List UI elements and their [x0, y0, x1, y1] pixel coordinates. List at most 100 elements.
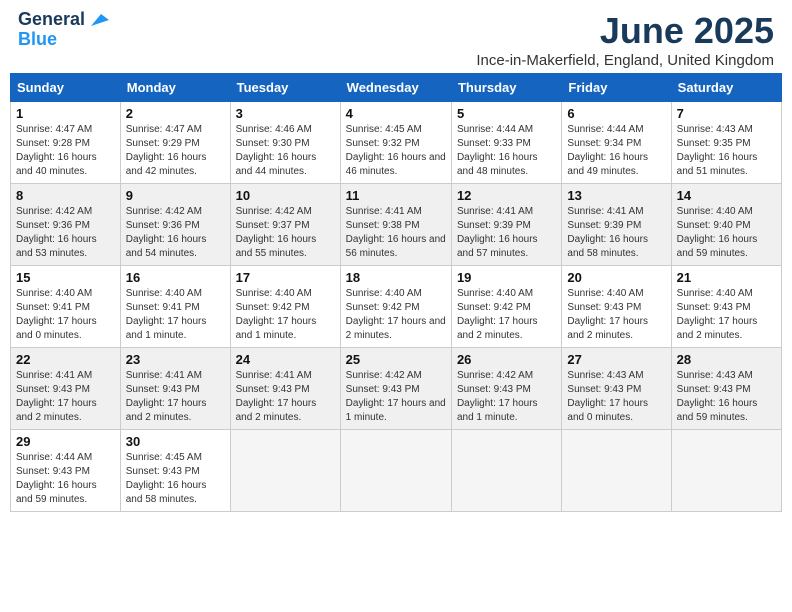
logo-general: General — [18, 10, 85, 30]
day-info: Sunrise: 4:40 AMSunset: 9:40 PMDaylight:… — [677, 205, 776, 261]
day-number: 7 — [677, 106, 776, 121]
day-info: Sunrise: 4:41 AMSunset: 9:43 PMDaylight:… — [126, 369, 225, 425]
calendar-cell — [671, 430, 781, 512]
day-number: 16 — [126, 270, 225, 285]
col-header-saturday: Saturday — [671, 74, 781, 102]
day-info: Sunrise: 4:45 AMSunset: 9:32 PMDaylight:… — [346, 123, 446, 179]
day-info: Sunrise: 4:44 AMSunset: 9:43 PMDaylight:… — [16, 451, 115, 507]
day-number: 24 — [236, 352, 335, 367]
day-info: Sunrise: 4:41 AMSunset: 9:39 PMDaylight:… — [457, 205, 556, 261]
calendar-cell: 28Sunrise: 4:43 AMSunset: 9:43 PMDayligh… — [671, 348, 781, 430]
calendar-cell: 11 Sunrise: 4:41 AMSunset: 9:38 PMDayligh… — [340, 184, 451, 266]
day-number: 12 — [457, 188, 556, 203]
day-number: 15 — [16, 270, 115, 285]
calendar-week-row: 29 Sunrise: 4:44 AMSunset: 9:43 PMDayligh… — [11, 430, 782, 512]
calendar-cell: 26 Sunrise: 4:42 AMSunset: 9:43 PMDayligh… — [451, 348, 561, 430]
day-info: Sunrise: 4:41 AMSunset: 9:43 PMDaylight:… — [16, 369, 115, 425]
day-info: Sunrise: 4:43 AMSunset: 9:35 PMDaylight:… — [677, 123, 776, 179]
calendar-cell: 30Sunrise: 4:45 AMSunset: 9:43 PMDayligh… — [120, 430, 230, 512]
logo-icon — [87, 12, 109, 28]
day-number: 8 — [16, 188, 115, 203]
calendar-cell: 8 Sunrise: 4:42 AMSunset: 9:36 PMDaylight… — [11, 184, 121, 266]
day-number: 13 — [567, 188, 665, 203]
day-number: 26 — [457, 352, 556, 367]
day-info: Sunrise: 4:40 AMSunset: 9:43 PMDaylight:… — [567, 287, 665, 343]
day-number: 14 — [677, 188, 776, 203]
day-info: Sunrise: 4:41 AMSunset: 9:38 PMDaylight:… — [346, 205, 446, 261]
calendar-cell: 4Sunrise: 4:45 AMSunset: 9:32 PMDaylight… — [340, 102, 451, 184]
day-number: 25 — [346, 352, 446, 367]
calendar-cell: 25Sunrise: 4:42 AMSunset: 9:43 PMDayligh… — [340, 348, 451, 430]
calendar-week-row: 1 Sunrise: 4:47 AMSunset: 9:28 PMDaylight… — [11, 102, 782, 184]
logo-blue: Blue — [18, 30, 57, 50]
day-info: Sunrise: 4:40 AMSunset: 9:42 PMDaylight:… — [346, 287, 446, 343]
calendar-cell: 1 Sunrise: 4:47 AMSunset: 9:28 PMDaylight… — [11, 102, 121, 184]
calendar-cell: 13 Sunrise: 4:41 AMSunset: 9:39 PMDayligh… — [562, 184, 671, 266]
day-number: 5 — [457, 106, 556, 121]
calendar-cell: 15 Sunrise: 4:40 AMSunset: 9:41 PMDayligh… — [11, 266, 121, 348]
day-number: 23 — [126, 352, 225, 367]
calendar-week-row: 15 Sunrise: 4:40 AMSunset: 9:41 PMDayligh… — [11, 266, 782, 348]
calendar-cell: 6Sunrise: 4:44 AMSunset: 9:34 PMDaylight… — [562, 102, 671, 184]
day-info: Sunrise: 4:43 AMSunset: 9:43 PMDaylight:… — [677, 369, 776, 425]
calendar-cell: 20 Sunrise: 4:40 AMSunset: 9:43 PMDayligh… — [562, 266, 671, 348]
month-title: June 2025 — [476, 10, 774, 52]
day-number: 1 — [16, 106, 115, 121]
location-title: Ince-in-Makerfield, England, United King… — [476, 52, 774, 69]
day-number: 19 — [457, 270, 556, 285]
day-number: 11 — [346, 188, 446, 203]
day-info: Sunrise: 4:44 AMSunset: 9:33 PMDaylight:… — [457, 123, 556, 179]
day-number: 18 — [346, 270, 446, 285]
day-info: Sunrise: 4:46 AMSunset: 9:30 PMDaylight:… — [236, 123, 335, 179]
calendar-table: SundayMondayTuesdayWednesdayThursdayFrid… — [10, 73, 782, 512]
calendar-cell: 3Sunrise: 4:46 AMSunset: 9:30 PMDaylight… — [230, 102, 340, 184]
calendar-cell: 29 Sunrise: 4:44 AMSunset: 9:43 PMDayligh… — [11, 430, 121, 512]
day-info: Sunrise: 4:41 AMSunset: 9:39 PMDaylight:… — [567, 205, 665, 261]
calendar-cell: 10Sunrise: 4:42 AMSunset: 9:37 PMDayligh… — [230, 184, 340, 266]
calendar-cell — [340, 430, 451, 512]
day-info: Sunrise: 4:47 AMSunset: 9:28 PMDaylight:… — [16, 123, 115, 179]
calendar-week-row: 8 Sunrise: 4:42 AMSunset: 9:36 PMDaylight… — [11, 184, 782, 266]
day-number: 29 — [16, 434, 115, 449]
day-number: 30 — [126, 434, 225, 449]
day-info: Sunrise: 4:42 AMSunset: 9:36 PMDaylight:… — [16, 205, 115, 261]
col-header-wednesday: Wednesday — [340, 74, 451, 102]
calendar-cell — [230, 430, 340, 512]
day-number: 27 — [567, 352, 665, 367]
day-info: Sunrise: 4:47 AMSunset: 9:29 PMDaylight:… — [126, 123, 225, 179]
day-info: Sunrise: 4:42 AMSunset: 9:36 PMDaylight:… — [126, 205, 225, 261]
calendar-cell: 24 Sunrise: 4:41 AMSunset: 9:43 PMDayligh… — [230, 348, 340, 430]
calendar-cell: 21 Sunrise: 4:40 AMSunset: 9:43 PMDayligh… — [671, 266, 781, 348]
col-header-sunday: Sunday — [11, 74, 121, 102]
calendar-cell: 14 Sunrise: 4:40 AMSunset: 9:40 PMDayligh… — [671, 184, 781, 266]
calendar-cell: 27Sunrise: 4:43 AMSunset: 9:43 PMDayligh… — [562, 348, 671, 430]
logo: General Blue — [18, 10, 109, 50]
calendar-cell: 2 Sunrise: 4:47 AMSunset: 9:29 PMDaylight… — [120, 102, 230, 184]
calendar-cell: 22Sunrise: 4:41 AMSunset: 9:43 PMDayligh… — [11, 348, 121, 430]
day-number: 9 — [126, 188, 225, 203]
day-number: 21 — [677, 270, 776, 285]
calendar-cell — [562, 430, 671, 512]
calendar-cell: 5 Sunrise: 4:44 AMSunset: 9:33 PMDaylight… — [451, 102, 561, 184]
calendar-cell: 12 Sunrise: 4:41 AMSunset: 9:39 PMDayligh… — [451, 184, 561, 266]
day-info: Sunrise: 4:40 AMSunset: 9:41 PMDaylight:… — [16, 287, 115, 343]
calendar-week-row: 22Sunrise: 4:41 AMSunset: 9:43 PMDayligh… — [11, 348, 782, 430]
calendar-header-row: SundayMondayTuesdayWednesdayThursdayFrid… — [11, 74, 782, 102]
day-info: Sunrise: 4:41 AMSunset: 9:43 PMDaylight:… — [236, 369, 335, 425]
calendar-cell — [451, 430, 561, 512]
day-info: Sunrise: 4:40 AMSunset: 9:43 PMDaylight:… — [677, 287, 776, 343]
calendar-cell: 18 Sunrise: 4:40 AMSunset: 9:42 PMDayligh… — [340, 266, 451, 348]
calendar-cell: 17Sunrise: 4:40 AMSunset: 9:42 PMDayligh… — [230, 266, 340, 348]
day-number: 2 — [126, 106, 225, 121]
calendar-cell: 7 Sunrise: 4:43 AMSunset: 9:35 PMDaylight… — [671, 102, 781, 184]
title-block: June 2025 Ince-in-Makerfield, England, U… — [476, 10, 774, 69]
day-info: Sunrise: 4:42 AMSunset: 9:43 PMDaylight:… — [457, 369, 556, 425]
col-header-friday: Friday — [562, 74, 671, 102]
day-info: Sunrise: 4:40 AMSunset: 9:41 PMDaylight:… — [126, 287, 225, 343]
day-number: 10 — [236, 188, 335, 203]
day-number: 6 — [567, 106, 665, 121]
calendar-cell: 16 Sunrise: 4:40 AMSunset: 9:41 PMDayligh… — [120, 266, 230, 348]
page-header: General Blue June 2025 Ince-in-Makerfiel… — [10, 10, 782, 69]
day-number: 20 — [567, 270, 665, 285]
col-header-monday: Monday — [120, 74, 230, 102]
